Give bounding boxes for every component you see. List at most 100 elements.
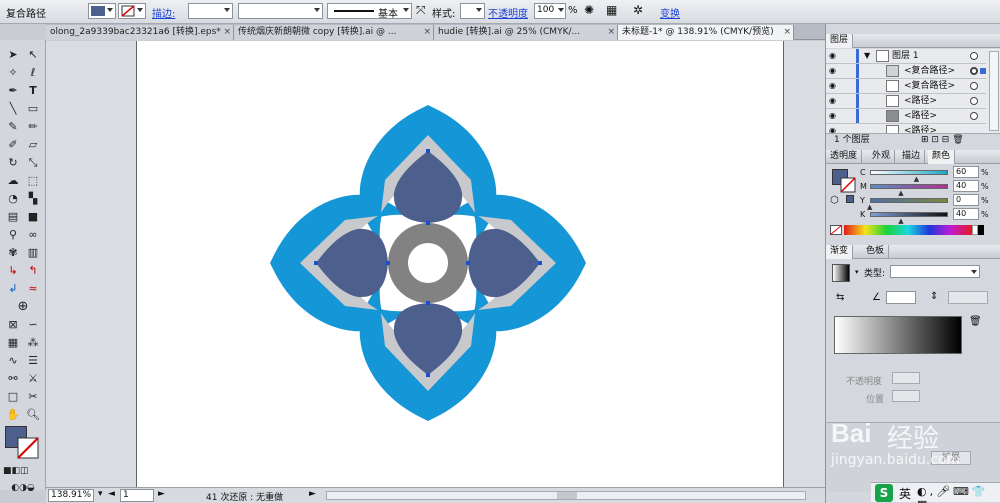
last-color-swatch[interactable] [846,195,854,203]
stroke-none-swatch[interactable] [840,177,856,193]
layer-row[interactable]: ◉ <路径> [826,94,986,109]
layer-actions-icon[interactable]: ⊞ ⊡ ⊟ 🗑︎ [921,134,964,147]
close-icon[interactable]: × [423,25,431,39]
shape-builder-tool-icon[interactable]: ◔ [3,190,23,207]
expand-button[interactable]: 扩展 [931,451,971,465]
scale-tool-icon[interactable]: ⤡ [23,154,43,171]
gradient-thumbnail[interactable] [832,264,850,282]
m-input[interactable]: 40 [953,180,979,192]
delete-stop-icon[interactable]: 🗑︎ [969,316,982,327]
blend-tool-icon[interactable]: ∞ [23,226,43,243]
graph-tool-icon[interactable]: ▦ [3,334,23,351]
rectangle-tool-icon[interactable]: ▭ [23,100,43,117]
c-input[interactable]: 60 [953,166,979,178]
pen-tool-icon[interactable]: ✒ [3,82,23,99]
y-slider-thumb-icon[interactable]: ▲ [867,203,872,211]
measure-tool-icon[interactable]: ⚯ [3,370,23,387]
recolor-icon[interactable]: ✺ [584,3,594,17]
aspect-ratio-input[interactable] [948,291,988,304]
ime-language[interactable]: 英 [899,485,911,502]
scroll-thumb[interactable] [557,492,577,499]
gradient-type-select[interactable] [890,265,980,278]
layer-row[interactable]: ◉ ▼ 图层 1 [826,49,986,64]
close-icon[interactable]: × [607,25,615,39]
mesh-tool-icon[interactable]: ⊠ [3,316,23,333]
visibility-eye-icon[interactable]: ◉ [829,52,838,60]
pencil-tool-icon[interactable]: ✏ [23,118,43,135]
tab-swatches[interactable]: 色板 [862,245,890,259]
chevron-down-icon[interactable]: ▾ [855,268,859,276]
perspective-grid-tool-icon[interactable]: ▤ [3,208,23,225]
visibility-eye-icon[interactable]: ◉ [829,97,838,105]
gradient-tool-icon[interactable]: ■ [23,208,43,225]
visibility-eye-icon[interactable]: ◉ [829,112,838,120]
list-tool-icon[interactable]: ☰ [23,352,43,369]
color-mode-icon[interactable]: ■◧◫ [3,463,29,480]
m-slider[interactable] [870,184,948,189]
target-circle-icon[interactable] [970,67,978,75]
artboard-select[interactable]: 1 [120,489,154,502]
k-input[interactable]: 40 [953,208,979,220]
stroke-link[interactable]: 描边: [152,5,175,20]
fill-color-swatch[interactable] [88,3,116,19]
sogou-ime-icon[interactable]: S [875,484,893,502]
type-tool-icon[interactable]: T [23,82,43,99]
first-artboard-icon[interactable]: ◄ [108,489,115,499]
free-transform-tool-icon[interactable]: ⬚ [23,172,43,189]
column-graph-tool-icon[interactable]: ▥ [23,244,43,261]
tab-olong[interactable]: olong_2a9339bac23321a6 [转换].eps* × [46,25,234,40]
close-icon[interactable]: × [223,25,231,39]
stop-opacity-input[interactable] [892,372,920,384]
width-tool-icon[interactable]: ↲ [3,280,23,297]
c-slider-thumb-icon[interactable]: ▲ [914,175,919,183]
layer-row[interactable]: ◉ <复合路径> [826,79,986,94]
layer-row[interactable]: ◉ <复合路径> [826,64,986,79]
selection-square-icon[interactable] [980,68,986,74]
gradient-slider-preview[interactable] [834,316,962,354]
tab-color[interactable]: 颜色 [928,150,956,164]
graphic-style-select[interactable] [460,3,485,19]
angle-input[interactable] [886,291,916,304]
tray-icons[interactable]: ◐,🎤︎⌨👕▦ [917,485,1000,503]
crosshair-tool-icon[interactable]: ⊕ [13,298,33,315]
hand-tool-icon[interactable]: ✋ [3,406,23,423]
next-artboard-icon[interactable]: ► [158,489,165,499]
align-grid-icon[interactable]: ▦ [606,3,617,17]
zoom-tool-icon[interactable]: 🔍︎ [23,406,43,423]
rotate-tool-icon[interactable]: ↻ [3,154,23,171]
opacity-link[interactable]: 不透明度 [488,5,528,20]
path-tool-icon[interactable]: ∿ [3,352,23,369]
target-circle-icon[interactable] [970,82,978,90]
stroke-none-swatch[interactable] [17,437,39,459]
cube-icon[interactable]: ⬡ [830,195,839,206]
screen-mode-icon[interactable]: ◐◑◒ [3,480,43,497]
reverse-gradient-icon[interactable]: ⇆ [836,292,844,303]
stroke-weight-input[interactable] [188,3,233,19]
tab-transparency[interactable]: 透明度 [826,150,863,164]
selection-tool-icon[interactable]: ➤ [3,46,23,63]
expand-triangle-icon[interactable]: ▼ [864,49,870,63]
warp-tool-icon[interactable]: ☁ [3,172,23,189]
direct-selection-tool-icon[interactable]: ↖ [23,46,43,63]
none-color-icon[interactable] [830,225,842,235]
live-paint-tool-icon[interactable]: ▚ [23,190,43,207]
stroke-color-swatch[interactable] [118,3,146,19]
spray-tool-icon[interactable]: ⁂ [23,334,43,351]
target-circle-icon[interactable] [970,97,978,105]
blob-brush-tool-icon[interactable]: ✐ [3,136,23,153]
scissors-tool-icon[interactable]: ✂ [23,388,43,405]
y-slider[interactable] [870,198,948,203]
transform-link[interactable]: 变换 [660,5,680,20]
tab-chuantong[interactable]: 传统烟庆新朗朝微 copy [转换].ai @ ... × [234,25,434,40]
artboard-tool-icon[interactable]: ↳ [3,262,23,279]
envelope-tool-icon[interactable]: ∽ [23,316,43,333]
magic-wand-tool-icon[interactable]: ✧ [3,64,23,81]
status-menu-icon[interactable]: ► [309,489,316,499]
crop-tool-icon[interactable]: □ [3,388,23,405]
knife-tool-icon[interactable]: ⚔ [23,370,43,387]
opacity-input[interactable]: 100 [534,3,566,19]
c-slider[interactable] [870,170,948,175]
reshape-tool-icon[interactable]: ≈ [23,280,43,297]
zoom-select[interactable]: 138.91% [48,489,94,502]
k-slider[interactable] [870,212,948,217]
